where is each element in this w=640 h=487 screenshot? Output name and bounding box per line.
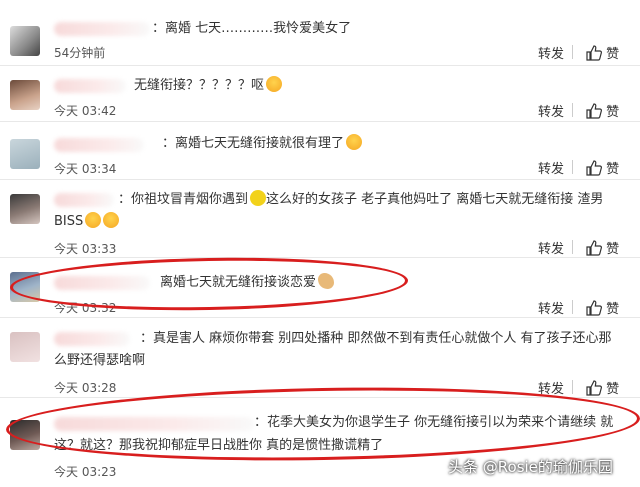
comment-item: 离婚七天就无缝衔接谈恋爱 今天 03:32 转发 赞 <box>0 258 640 318</box>
avatar[interactable] <box>10 80 40 110</box>
comment-time: 今天 03:23 <box>54 465 117 479</box>
tongue-out-emoji-icon <box>85 212 102 228</box>
divider <box>572 103 573 117</box>
avatar[interactable] <box>10 26 40 56</box>
like-button[interactable]: 赞 <box>586 101 619 120</box>
repost-button[interactable]: 转发 <box>538 101 564 120</box>
username-blurred[interactable] <box>54 79 126 93</box>
thumbs-up-icon <box>586 240 602 256</box>
thumbs-up-icon <box>586 45 602 61</box>
avatar[interactable] <box>10 194 40 224</box>
like-button[interactable]: 赞 <box>586 378 619 397</box>
smile-emoji-icon <box>103 212 120 228</box>
username-blurred[interactable] <box>54 332 130 346</box>
like-label: 赞 <box>606 302 620 317</box>
comment-time: 今天 03:32 <box>54 301 117 315</box>
comment-text-content: BISS <box>54 214 84 229</box>
comment-item: ：离婚七天无缝衔接就很有理了 今天 03:34 转发 赞 <box>0 122 640 180</box>
like-label: 赞 <box>606 162 620 177</box>
comment-text-content: 离婚七天就无缝衔接谈恋爱 <box>160 275 317 290</box>
comment-time: 今天 03:28 <box>54 381 117 395</box>
vomit-emoji-icon <box>266 76 283 92</box>
username-blurred[interactable] <box>54 276 150 290</box>
avatar[interactable] <box>10 332 40 362</box>
comment-time: 54分钟前 <box>54 46 106 60</box>
comment-text-line2: 么野还得瑟啥啊 <box>54 353 146 368</box>
comment-item: ：你祖坟冒青烟你遇到 这么好的女孩子 老子真他妈吐了 离婚七天就无缝衔接 渣男 B… <box>0 180 640 258</box>
comment-time: 今天 03:42 <box>54 104 117 118</box>
divider <box>572 240 573 254</box>
like-label: 赞 <box>606 242 620 257</box>
thumbs-up-icon <box>586 300 602 316</box>
lemon-emoji-icon <box>250 190 267 206</box>
comment-text: 离婚七天就无缝衔接谈恋爱 <box>160 273 335 293</box>
divider <box>572 45 573 59</box>
divider <box>572 300 573 314</box>
comment-item: ：真是害人 麻烦你带套 别四处播种 即然做不到有责任心就做个人 有了孩子还心那 … <box>0 318 640 398</box>
divider <box>572 380 573 394</box>
username-blurred[interactable] <box>54 138 144 152</box>
like-button[interactable]: 赞 <box>586 43 619 62</box>
comment-text: ：离婚七天无缝衔接就很有理了 <box>162 134 363 154</box>
like-label: 赞 <box>606 47 620 62</box>
repost-button[interactable]: 转发 <box>538 43 564 62</box>
thinking-emoji-icon <box>346 134 363 150</box>
thumbs-up-icon <box>586 160 602 176</box>
arm-emoji-icon <box>318 273 335 289</box>
comment-time: 今天 03:33 <box>54 242 117 256</box>
divider <box>572 160 573 174</box>
comment-text-content: 无缝衔接？？？？？呕 <box>134 78 265 93</box>
like-button[interactable]: 赞 <box>586 158 619 177</box>
repost-button[interactable]: 转发 <box>538 378 564 397</box>
avatar[interactable] <box>10 272 40 302</box>
comment-text-line2: BISS <box>54 212 120 232</box>
comment-text: ：花季大美女为你退学生子 你无缝衔接引以为荣来个请继续 就 <box>254 415 614 430</box>
comment-item: ：离婚 七天…………我怜爱美女了 54分钟前 转发 赞 <box>0 0 640 66</box>
username-blurred[interactable] <box>54 22 150 36</box>
like-button[interactable]: 赞 <box>586 298 619 317</box>
repost-button[interactable]: 转发 <box>538 158 564 177</box>
username-blurred[interactable] <box>54 193 114 207</box>
thumbs-up-icon <box>586 380 602 396</box>
comment-text-line2: 这？就这？那我祝抑郁症早日战胜你 真的是惯性撒谎精了 <box>54 438 384 453</box>
comment-text-content: 这么好的女孩子 老子真他妈吐了 离婚七天就无缝衔接 渣男 <box>266 192 604 207</box>
comment-text-content: ：你祖坟冒青烟你遇到 <box>118 192 249 207</box>
comment-text-content: ：离婚七天无缝衔接就很有理了 <box>162 136 345 151</box>
comment-time: 今天 03:34 <box>54 162 117 176</box>
watermark: 头条 @Rosie的瑜伽乐园 <box>448 458 613 476</box>
username-blurred[interactable] <box>54 417 254 431</box>
comment-item: 无缝衔接？？？？？呕 今天 03:42 转发 赞 <box>0 66 640 122</box>
thumbs-up-icon <box>586 103 602 119</box>
avatar[interactable] <box>10 420 40 450</box>
comment-text: ：你祖坟冒青烟你遇到 这么好的女孩子 老子真他妈吐了 离婚七天就无缝衔接 渣男 <box>118 190 603 210</box>
repost-button[interactable]: 转发 <box>538 238 564 257</box>
repost-button[interactable]: 转发 <box>538 298 564 317</box>
comment-list: ：离婚 七天…………我怜爱美女了 54分钟前 转发 赞 无缝衔接？？？？？呕 今… <box>0 0 640 487</box>
like-label: 赞 <box>606 105 620 120</box>
comment-text: 无缝衔接？？？？？呕 <box>134 76 283 96</box>
comment-text: ：真是害人 麻烦你带套 别四处播种 即然做不到有责任心就做个人 有了孩子还心那 <box>140 331 612 346</box>
like-label: 赞 <box>606 382 620 397</box>
comment-text: ：离婚 七天…………我怜爱美女了 <box>152 21 352 36</box>
avatar[interactable] <box>10 139 40 169</box>
like-button[interactable]: 赞 <box>586 238 619 257</box>
